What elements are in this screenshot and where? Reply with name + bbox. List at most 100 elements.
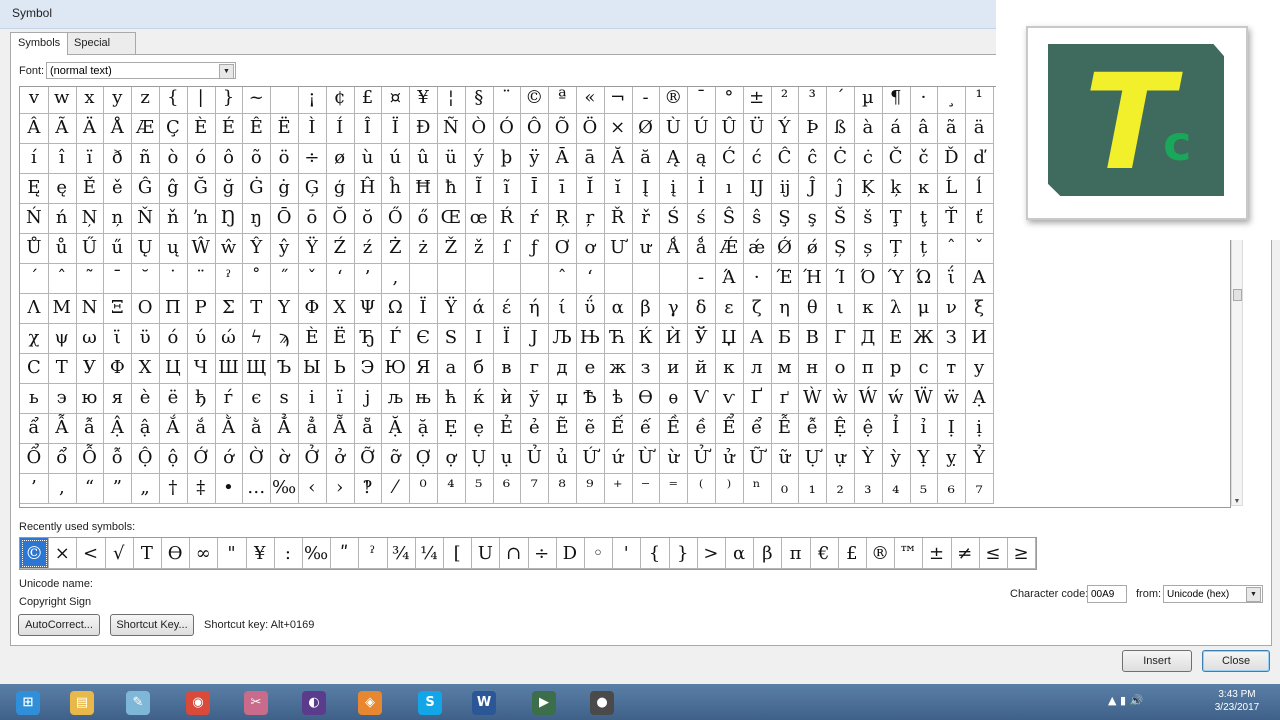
- symbol-cell[interactable]: ỗ: [103, 443, 133, 474]
- symbol-cell[interactable]: «: [576, 87, 605, 114]
- recent-symbol-cell[interactable]: ®: [866, 538, 896, 569]
- symbol-cell[interactable]: е: [576, 353, 605, 384]
- symbol-cell[interactable]: ệ: [854, 413, 883, 444]
- symbol-cell[interactable]: õ: [242, 143, 272, 174]
- symbol-cell[interactable]: ĳ: [770, 173, 800, 204]
- symbol-cell[interactable]: Ŗ: [548, 203, 577, 234]
- symbol-cell[interactable]: ΰ: [576, 293, 605, 324]
- symbol-cell[interactable]: Ž: [437, 233, 466, 264]
- symbol-cell[interactable]: ō: [298, 203, 327, 234]
- symbol-cell[interactable]: š: [854, 203, 883, 234]
- symbol-cell[interactable]: ˆ: [937, 233, 967, 264]
- symbol-cell[interactable]: ‰: [270, 473, 299, 504]
- symbol-cell[interactable]: ѣ: [603, 383, 633, 414]
- symbol-cell[interactable]: Ť: [937, 203, 967, 234]
- symbol-cell[interactable]: ŕ: [520, 203, 550, 234]
- recent-symbol-cell[interactable]: :: [273, 538, 303, 569]
- symbol-cell[interactable]: Ŕ: [492, 203, 522, 234]
- symbol-cell[interactable]: п: [854, 353, 883, 384]
- symbol-cell[interactable]: Ờ: [242, 443, 272, 474]
- taskbar-file-explorer-button[interactable]: ▤: [62, 688, 102, 718]
- taskbar-chrome-button[interactable]: ◉: [178, 688, 218, 718]
- symbol-cell[interactable]: İ: [687, 173, 716, 204]
- symbol-cell[interactable]: -: [631, 87, 661, 114]
- symbol-cell[interactable]: ˇ: [298, 263, 327, 294]
- symbol-cell[interactable]: Μ: [47, 293, 77, 324]
- symbol-cell[interactable]: ‹: [298, 473, 327, 504]
- symbol-cell[interactable]: δ: [687, 293, 716, 324]
- symbol-cell[interactable]: Ċ: [826, 143, 855, 174]
- symbol-cell[interactable]: ~: [242, 87, 272, 114]
- taskbar-camtasia-button[interactable]: ▶: [524, 688, 564, 718]
- symbol-cell[interactable]: ¦: [437, 87, 466, 114]
- symbol-cell[interactable]: Š: [826, 203, 855, 234]
- symbol-cell[interactable]: Ж: [909, 323, 939, 354]
- symbol-cell[interactable]: Ö: [576, 113, 605, 144]
- symbol-cell[interactable]: œ: [464, 203, 494, 234]
- symbol-cell[interactable]: ζ: [742, 293, 772, 324]
- symbol-cell[interactable]: ₆: [937, 473, 967, 504]
- symbol-cell[interactable]: з: [631, 353, 661, 384]
- symbol-cell[interactable]: Ǿ: [770, 233, 800, 264]
- symbol-cell[interactable]: Ѝ: [659, 323, 689, 354]
- recent-symbol-cell[interactable]: ʺ: [330, 538, 360, 569]
- recent-symbol-cell[interactable]: ∩: [499, 538, 529, 569]
- symbol-cell[interactable]: Υ: [270, 293, 299, 324]
- symbol-cell[interactable]: Ή: [798, 263, 828, 294]
- symbol-cell[interactable]: ţ: [909, 203, 939, 234]
- symbol-cell[interactable]: ẃ: [881, 383, 911, 414]
- symbol-cell[interactable]: Ż: [381, 233, 411, 264]
- symbol-cell[interactable]: Ñ: [437, 113, 466, 144]
- symbol-cell[interactable]: ð: [103, 143, 133, 174]
- close-button[interactable]: Close: [1202, 650, 1270, 672]
- symbol-cell[interactable]: ù: [353, 143, 383, 174]
- symbol-cell[interactable]: Ě: [75, 173, 105, 204]
- symbol-cell[interactable]: ψ: [47, 323, 77, 354]
- symbol-cell[interactable]: ơ: [576, 233, 605, 264]
- symbol-cell[interactable]: Ф: [103, 353, 133, 384]
- recent-symbol-cell[interactable]: ˀ: [358, 538, 388, 569]
- symbol-cell[interactable]: ј: [353, 383, 383, 414]
- symbol-cell[interactable]: Ґ: [742, 383, 772, 414]
- symbol-cell[interactable]: Ư: [603, 233, 633, 264]
- recent-symbol-cell[interactable]: √: [104, 538, 134, 569]
- symbol-cell[interactable]: ỳ: [881, 443, 911, 474]
- symbol-cell[interactable]: ŉ: [186, 203, 216, 234]
- symbol-cell[interactable]: ќ: [464, 383, 494, 414]
- symbol-cell[interactable]: у: [965, 353, 994, 384]
- shortcut-key-button[interactable]: Shortcut Key...: [110, 614, 194, 636]
- symbol-cell[interactable]: Ử: [687, 443, 716, 474]
- symbol-cell[interactable]: Α: [965, 263, 994, 294]
- symbol-cell[interactable]: Ơ: [548, 233, 577, 264]
- symbol-cell[interactable]: с: [909, 353, 939, 384]
- symbol-cell[interactable]: ₇: [965, 473, 994, 504]
- symbol-cell[interactable]: њ: [409, 383, 438, 414]
- symbol-cell[interactable]: û: [409, 143, 438, 174]
- symbol-cell[interactable]: ·: [742, 263, 772, 294]
- symbol-cell[interactable]: ˘: [131, 263, 160, 294]
- symbol-cell[interactable]: γ: [659, 293, 689, 324]
- symbol-cell[interactable]: ю: [75, 383, 105, 414]
- symbol-cell[interactable]: Е: [881, 323, 911, 354]
- symbol-cell[interactable]: Φ: [298, 293, 327, 324]
- symbol-cell[interactable]: ſ: [492, 233, 522, 264]
- symbol-cell[interactable]: ô: [214, 143, 244, 174]
- symbol-cell[interactable]: ¸: [937, 87, 967, 114]
- symbol-cell[interactable]: [520, 263, 550, 294]
- symbol-cell[interactable]: ễ: [798, 413, 828, 444]
- symbol-cell[interactable]: Ĳ: [742, 173, 772, 204]
- taskbar-eclipse-button[interactable]: ◐: [294, 688, 334, 718]
- symbol-cell[interactable]: Ķ: [854, 173, 883, 204]
- symbol-cell[interactable]: ǽ: [742, 233, 772, 264]
- symbol-cell[interactable]: ¡: [298, 87, 327, 114]
- symbol-cell[interactable]: [603, 263, 633, 294]
- symbol-cell[interactable]: ñ: [131, 143, 160, 174]
- symbol-cell[interactable]: Ự: [798, 443, 828, 474]
- symbol-cell[interactable]: ư: [631, 233, 661, 264]
- symbol-cell[interactable]: Ở: [298, 443, 327, 474]
- symbol-cell[interactable]: °: [715, 87, 744, 114]
- symbol-cell[interactable]: ĥ: [381, 173, 411, 204]
- symbol-cell[interactable]: Ģ: [298, 173, 327, 204]
- symbol-cell[interactable]: ị: [965, 413, 994, 444]
- symbol-cell[interactable]: Ν: [75, 293, 105, 324]
